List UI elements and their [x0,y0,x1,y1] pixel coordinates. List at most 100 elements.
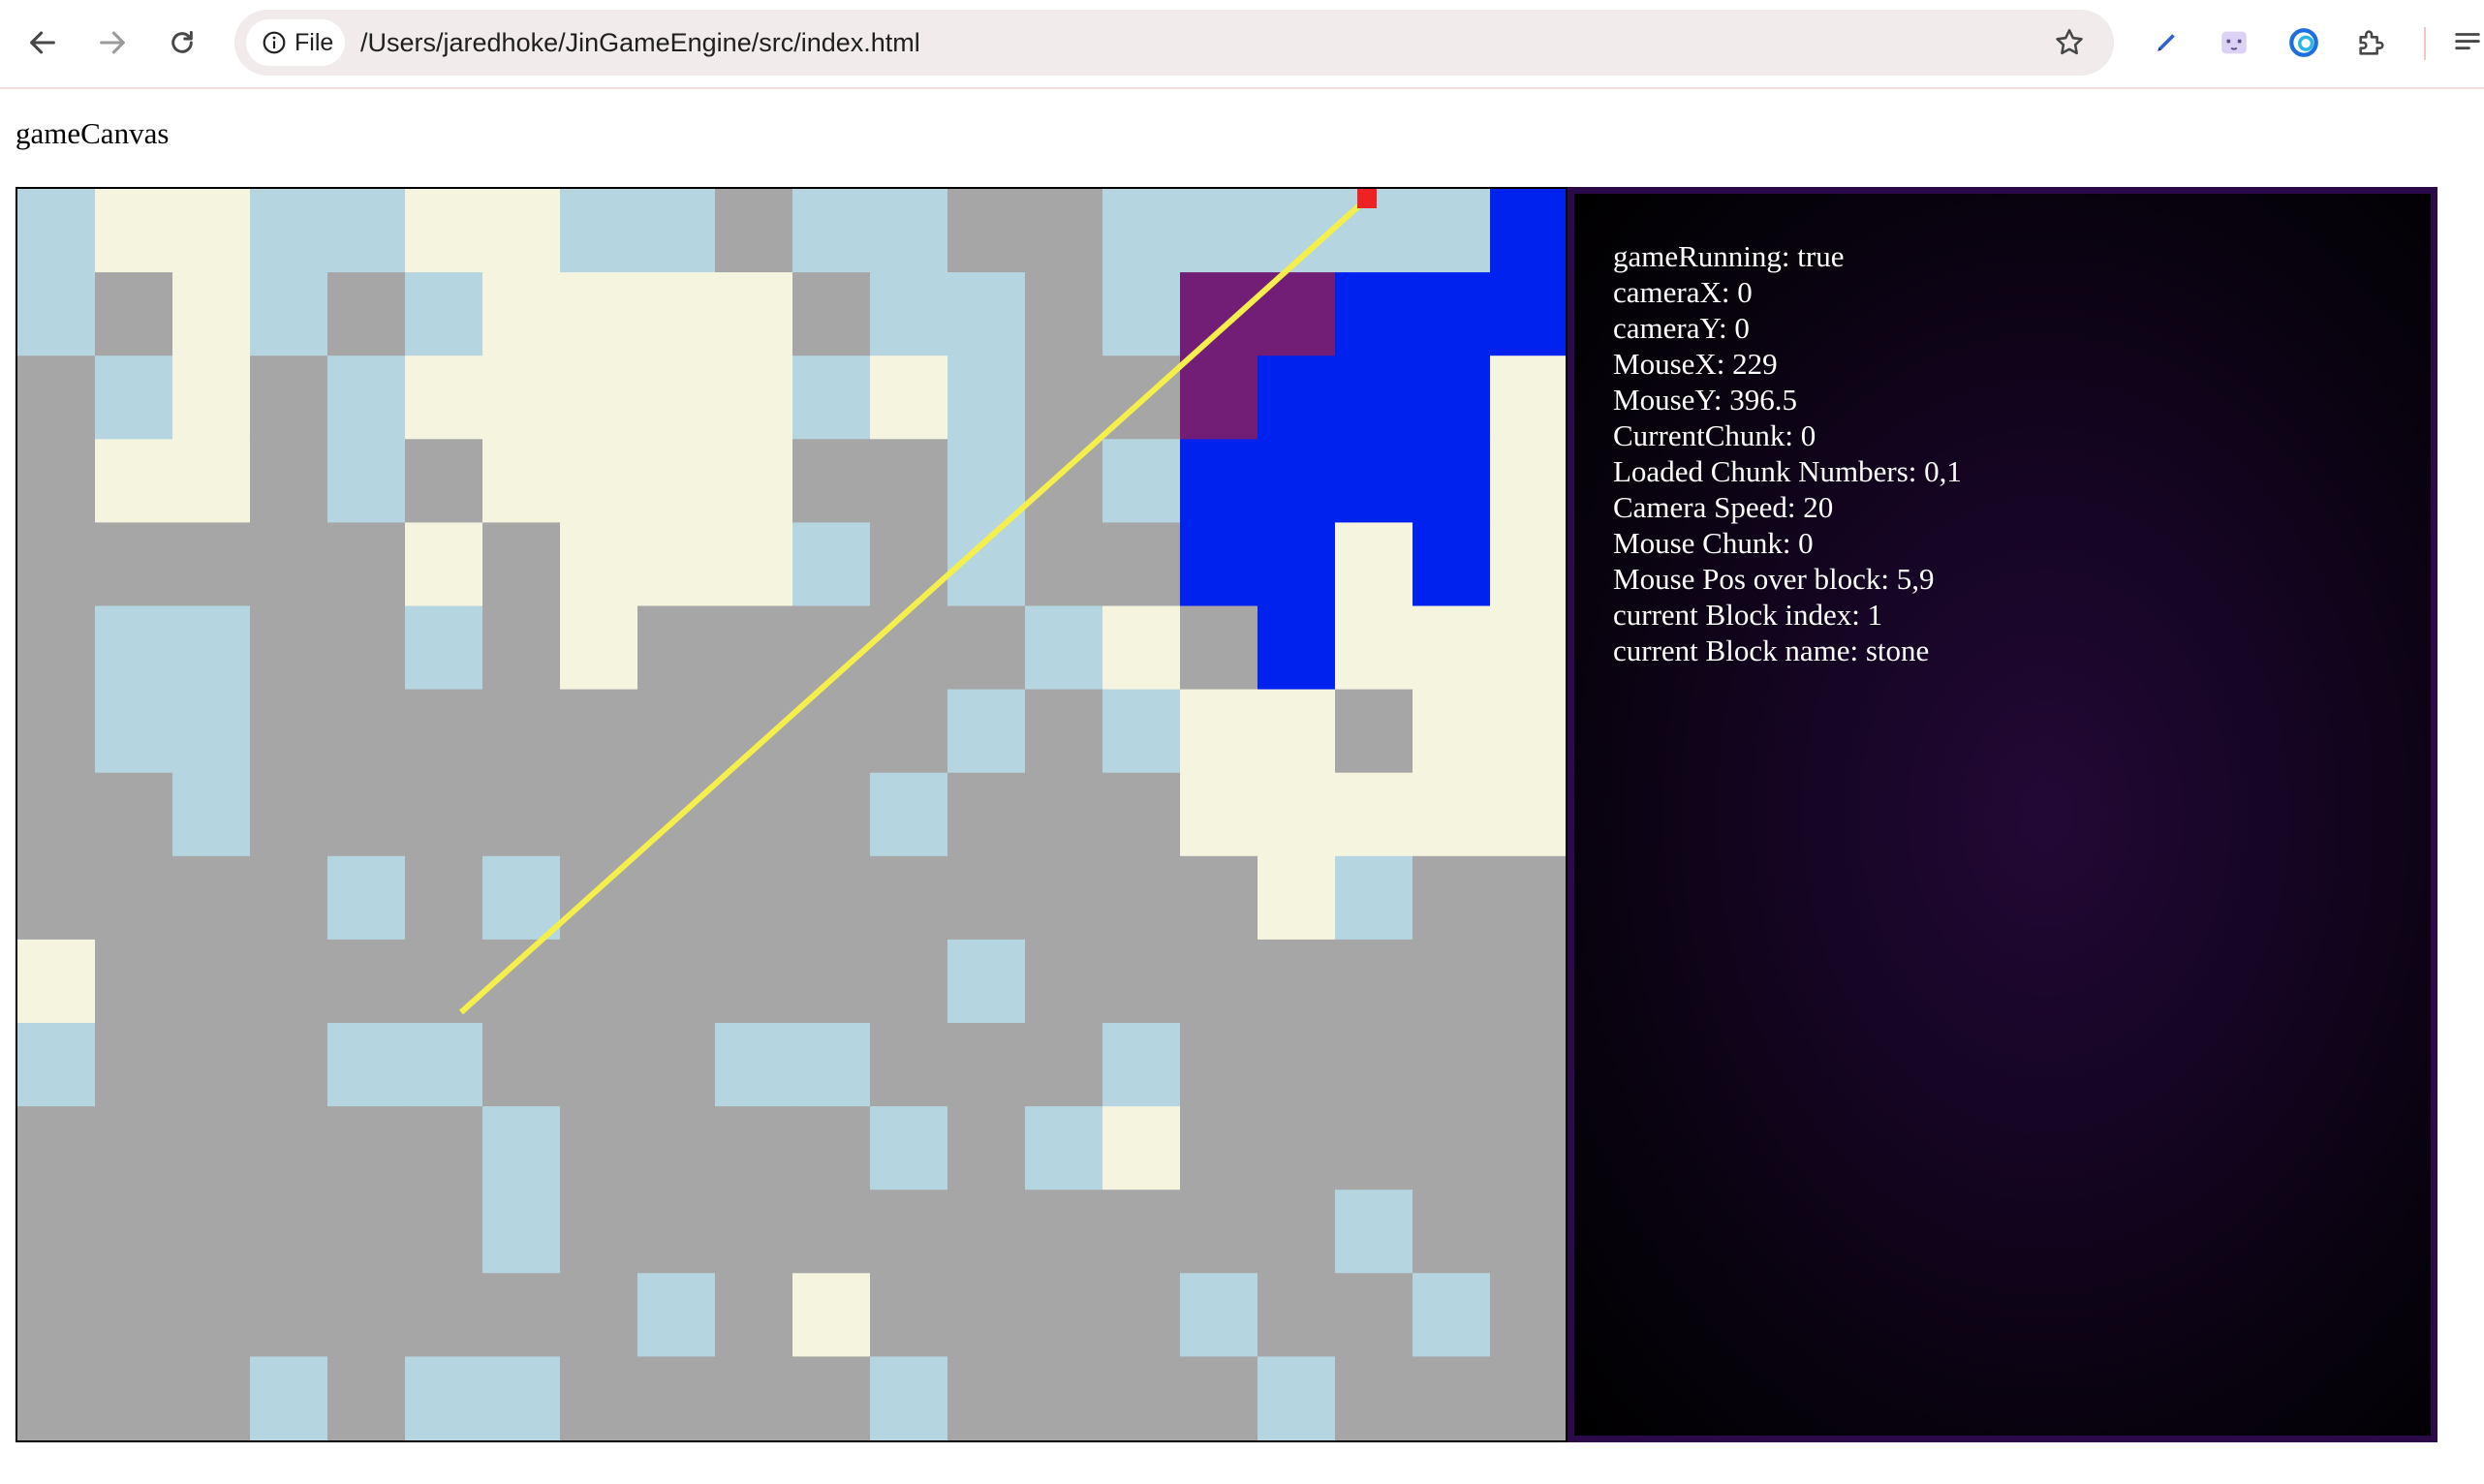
water-tile[interactable] [405,272,483,356]
stone-tile[interactable] [172,522,251,607]
water-tile[interactable] [1025,1106,1103,1190]
water-tile[interactable] [947,356,1026,440]
sand-tile[interactable] [95,189,173,273]
stone-tile[interactable] [1490,1190,1566,1274]
stone-tile[interactable] [715,689,793,774]
stone-tile[interactable] [870,522,948,607]
water-tile[interactable] [327,855,406,941]
stone-tile[interactable] [172,1190,251,1274]
water-tile[interactable] [250,272,328,356]
sand-tile[interactable] [637,439,716,523]
sand-tile[interactable] [1413,605,1491,691]
stone-tile[interactable] [1413,855,1491,941]
stone-tile[interactable] [95,1356,173,1440]
stone-tile[interactable] [1025,1190,1103,1274]
sand-tile[interactable] [1258,689,1336,774]
water-tile[interactable] [947,272,1026,356]
water-tile[interactable] [715,1023,793,1107]
stone-tile[interactable] [792,939,871,1024]
water-tile[interactable] [327,1023,406,1107]
stone-tile[interactable] [1180,1106,1258,1190]
stone-tile[interactable] [405,855,483,941]
blue-tile[interactable] [1180,522,1258,607]
stone-tile[interactable] [327,522,406,607]
stone-tile[interactable] [1258,1273,1336,1357]
blue-tile[interactable] [1258,356,1336,440]
water-tile[interactable] [327,189,406,273]
stone-tile[interactable] [560,1106,638,1190]
water-tile[interactable] [1025,605,1103,691]
stone-tile[interactable] [482,522,561,607]
stone-tile[interactable] [947,1023,1026,1107]
stone-tile[interactable] [482,1273,561,1357]
stone-tile[interactable] [327,605,406,691]
blue-tile[interactable] [1413,522,1491,607]
stone-tile[interactable] [17,1273,96,1357]
water-tile[interactable] [1102,189,1181,273]
stone-tile[interactable] [947,772,1026,857]
stone-tile[interactable] [1490,1356,1566,1440]
sand-tile[interactable] [482,272,561,356]
stone-tile[interactable] [792,439,871,523]
water-tile[interactable] [327,356,406,440]
sand-tile[interactable] [405,522,483,607]
stone-tile[interactable] [405,689,483,774]
water-tile[interactable] [1258,1356,1336,1440]
stone-tile[interactable] [250,1273,328,1357]
stone-tile[interactable] [715,855,793,941]
blue-tile[interactable] [1258,605,1336,691]
water-tile[interactable] [17,1023,96,1107]
stone-tile[interactable] [870,689,948,774]
sand-tile[interactable] [172,439,251,523]
stone-tile[interactable] [1025,272,1103,356]
stone-tile[interactable] [17,689,96,774]
stone-tile[interactable] [1025,1273,1103,1357]
sand-tile[interactable] [172,356,251,440]
stone-tile[interactable] [1335,689,1413,774]
water-tile[interactable] [1413,189,1491,273]
game-canvas[interactable] [16,187,1568,1442]
sand-tile[interactable] [1413,772,1491,857]
stone-tile[interactable] [1025,939,1103,1024]
reading-list-button[interactable] [2451,19,2484,66]
stone-tile[interactable] [172,1273,251,1357]
stone-tile[interactable] [405,1190,483,1274]
stone-tile[interactable] [560,1190,638,1274]
sand-tile[interactable] [1335,772,1413,857]
stone-tile[interactable] [482,1023,561,1107]
sand-tile[interactable] [1490,439,1566,523]
stone-tile[interactable] [405,439,483,523]
water-tile[interactable] [1102,439,1181,523]
stone-tile[interactable] [172,1356,251,1440]
sand-tile[interactable] [95,439,173,523]
stone-tile[interactable] [95,272,173,356]
stone-tile[interactable] [17,522,96,607]
stone-tile[interactable] [1025,522,1103,607]
stone-tile[interactable] [250,772,328,857]
stone-tile[interactable] [1025,1023,1103,1107]
water-tile[interactable] [1180,189,1258,273]
stone-tile[interactable] [1025,1356,1103,1440]
stone-tile[interactable] [637,939,716,1024]
water-tile[interactable] [792,1023,871,1107]
water-tile[interactable] [172,772,251,857]
water-tile[interactable] [95,356,173,440]
water-tile[interactable] [1102,272,1181,356]
url-text[interactable]: /Users/jaredhoke/JinGameEngine/src/index… [360,10,920,76]
stone-tile[interactable] [17,1190,96,1274]
stone-tile[interactable] [637,1023,716,1107]
stone-tile[interactable] [250,855,328,941]
stone-tile[interactable] [560,772,638,857]
sand-tile[interactable] [637,522,716,607]
stone-tile[interactable] [870,939,948,1024]
stone-tile[interactable] [715,189,793,273]
cat-extension-button[interactable] [2211,19,2257,66]
blue-tile[interactable] [1335,356,1413,440]
water-tile[interactable] [792,189,871,273]
blue-tile[interactable] [1258,439,1336,523]
water-tile[interactable] [1335,855,1413,941]
reload-button[interactable] [157,17,207,68]
stone-tile[interactable] [95,855,173,941]
stone-tile[interactable] [637,855,716,941]
stone-tile[interactable] [1490,1273,1566,1357]
